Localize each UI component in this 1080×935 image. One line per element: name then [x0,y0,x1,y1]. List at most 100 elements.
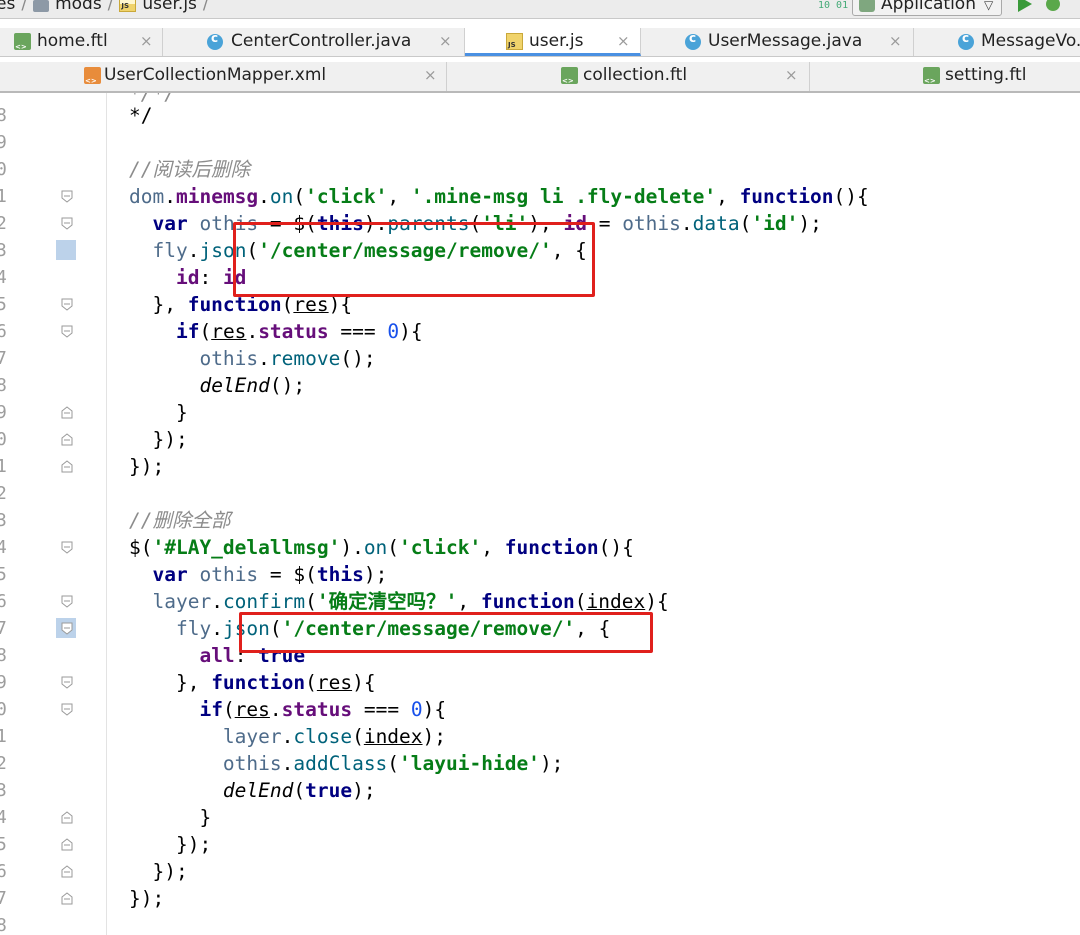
fold-open-icon[interactable] [61,595,73,608]
line-number: 4 [0,537,7,558]
code-text: delEnd(); [199,374,306,397]
ftl-file-icon [14,33,31,51]
tab-centercontroller-java[interactable]: CenterController.java × [163,28,465,56]
toolbar-right: 10 01 Application ▽ [818,0,1080,18]
line-number: 1 [0,456,7,477]
code-text: othis.addClass('layui-hide'); [222,752,564,775]
fold-close-icon[interactable] [61,406,73,419]
code-line: 1 layer.close(index); [0,723,1080,750]
fold-close-icon[interactable] [61,460,73,473]
breadcrumb-item-es[interactable]: es [0,0,15,14]
tab-user-js[interactable]: user.js × [465,28,641,56]
close-icon[interactable]: × [889,32,902,50]
fold-close-icon[interactable] [61,838,73,851]
code-text: fly.json('/center/message/remove/', { [152,239,587,262]
tab-label: MessageVo. [981,31,1080,51]
ftl-file-icon [923,67,940,85]
fold-open-icon[interactable] [61,676,73,689]
code-line: 2 [0,480,1080,507]
close-icon[interactable]: × [617,32,630,50]
close-icon[interactable]: × [785,66,798,84]
line-number: 7 [0,618,7,639]
breadcrumb-separator: / [202,0,209,14]
breadcrumb-item-mods[interactable]: mods [55,0,102,14]
tab-home-ftl[interactable]: home.ftl × [0,28,163,56]
code-line: 6 if(res.status === 0){ [0,318,1080,345]
code-text: }, function(res){ [129,671,376,694]
line-number: 3 [0,510,7,531]
tab-collection-ftl[interactable]: collection.ftl × [447,62,810,91]
line-number: 1 [0,726,7,747]
code-text: id: id [175,266,247,289]
fold-open-icon[interactable] [61,541,73,554]
code-text: }); [129,887,165,910]
line-number: 1 [0,186,7,207]
fold-close-icon[interactable] [61,865,73,878]
code-text: }); [129,455,165,478]
tab-usermessage-java[interactable]: UserMessage.java × [641,28,914,56]
class-icon [685,31,701,50]
tab-label: setting.ftl [945,65,1027,85]
code-editor[interactable]: */*/ 8 */9 0//阅读后删除 1 dom.minemsg.on('click'… [0,93,1080,935]
code-text: //阅读后删除 [129,158,250,181]
code-line: 8 delEnd(); [0,372,1080,399]
tab-usercollectionmapper-xml[interactable]: UserCollectionMapper.xml × [0,62,447,91]
code-text: delEnd(true); [222,779,376,802]
editor-tabs-row-1: home.ftl × CenterController.java × user.… [0,28,1080,57]
folder-icon [33,0,50,12]
tab-label: user.js [529,31,584,51]
fold-close-icon[interactable] [61,811,73,824]
fold-open-icon[interactable] [61,325,73,338]
fold-open-icon[interactable] [61,622,73,635]
fold-open-icon[interactable] [61,217,73,230]
code-line: 3 //删除全部 [0,507,1080,534]
js-file-icon [506,33,523,50]
js-file-icon [119,0,137,12]
bookmark-marker[interactable] [56,240,76,260]
code-text: } [129,401,188,424]
fold-open-icon[interactable] [61,190,73,203]
tab-label: UserMessage.java [708,31,863,51]
run-icon[interactable] [1018,0,1032,12]
fold-close-icon[interactable] [61,892,73,905]
line-number: 8 [0,645,7,666]
close-icon[interactable]: × [140,32,153,50]
code-text: var othis = $(this); [152,563,388,586]
code-text: fly.json('/center/message/remove/', { [175,617,611,640]
line-number: 2 [0,753,7,774]
line-number: 5 [0,294,7,315]
debug-icon[interactable] [1046,0,1060,11]
code-line: 0 //阅读后删除 [0,156,1080,183]
code-line: 7}); [0,885,1080,912]
breadcrumb: es / mods / user.js / [0,0,215,14]
code-line: 0 if(res.status === 0){ [0,696,1080,723]
code-line: 7 othis.remove(); [0,345,1080,372]
tab-setting-ftl[interactable]: setting.ftl [810,62,1080,91]
editor-tabs-row-2: UserCollectionMapper.xml × collection.ft… [0,62,1080,93]
breadcrumb-item-user-js[interactable]: user.js [142,0,197,14]
close-icon[interactable]: × [439,32,452,50]
fold-close-icon[interactable] [61,433,73,446]
tab-label: collection.ftl [583,65,688,85]
line-number: 6 [0,321,7,342]
vcs-update-icon[interactable]: 10 01 [818,0,848,11]
code-line: 9 [0,129,1080,156]
line-number: 9 [0,402,7,423]
line-number: 0 [0,699,7,720]
fold-open-icon[interactable] [61,703,73,716]
code-text: all: true [199,644,306,667]
code-line: 8 all: true [0,642,1080,669]
line-number: 0 [0,429,7,450]
line-number: 2 [0,483,7,504]
code-text: //删除全部 [129,509,231,532]
code-line: 5 var othis = $(this); [0,561,1080,588]
ftl-file-icon [561,67,578,85]
run-configuration-dropdown[interactable]: Application ▽ [852,0,1003,16]
tab-messagevo[interactable]: MessageVo. [914,28,1080,56]
chevron-down-icon: ▽ [984,0,994,12]
line-number: 5 [0,564,7,585]
line-number: 9 [0,132,7,153]
fold-open-icon[interactable] [61,298,73,311]
code-line: 3 delEnd(true); [0,777,1080,804]
close-icon[interactable]: × [424,66,437,84]
